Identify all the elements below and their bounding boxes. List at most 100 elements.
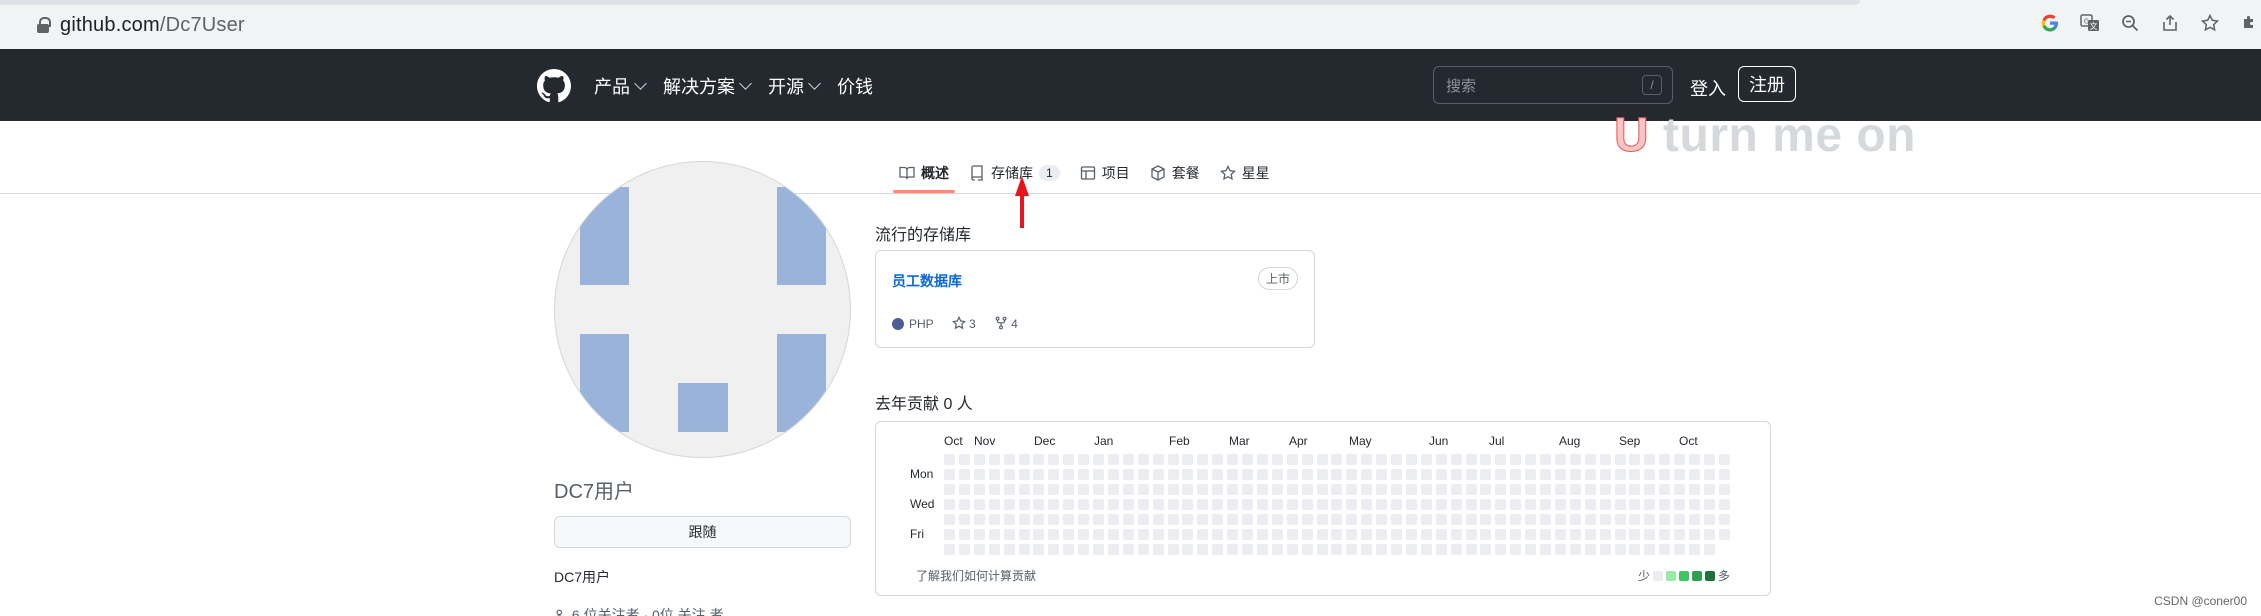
contribution-cell[interactable]: [1063, 514, 1075, 525]
contribution-cell[interactable]: [1227, 529, 1239, 540]
contribution-cell[interactable]: [1554, 469, 1566, 480]
contribution-cell[interactable]: [1465, 484, 1477, 495]
contribution-cell[interactable]: [958, 529, 970, 540]
contribution-cell[interactable]: [1242, 499, 1253, 510]
contribution-cell[interactable]: [1256, 514, 1268, 525]
contribution-cell[interactable]: [1242, 514, 1253, 525]
contribution-cell[interactable]: [1644, 514, 1656, 525]
contribution-cell[interactable]: [1584, 529, 1596, 540]
contribution-cell[interactable]: [1152, 454, 1164, 465]
contribution-cell[interactable]: [1435, 484, 1447, 495]
contribution-cell[interactable]: [1599, 514, 1611, 525]
contribution-cell[interactable]: [1271, 544, 1283, 555]
contribution-cell[interactable]: [1093, 529, 1104, 540]
contribution-cell[interactable]: [1093, 544, 1104, 555]
contribution-cell[interactable]: [1048, 499, 1060, 510]
contribution-cell[interactable]: [1495, 454, 1507, 465]
contribution-cell[interactable]: [1122, 484, 1134, 495]
contribution-cell[interactable]: [1391, 454, 1402, 465]
contribution-cell[interactable]: [1376, 499, 1388, 510]
contribution-cell[interactable]: [1405, 514, 1417, 525]
contribution-cell[interactable]: [1540, 499, 1551, 510]
contribution-cell[interactable]: [1569, 544, 1581, 555]
contribution-cell[interactable]: [1376, 484, 1388, 495]
contribution-cell[interactable]: [1450, 544, 1462, 555]
contribution-cell[interactable]: [1122, 454, 1134, 465]
contribution-cell[interactable]: [1182, 514, 1194, 525]
contribution-cell[interactable]: [1510, 454, 1522, 465]
contribution-cell[interactable]: [988, 469, 1000, 480]
contribution-cell[interactable]: [1256, 469, 1268, 480]
contribution-cell[interactable]: [944, 454, 955, 465]
contribution-cell[interactable]: [1435, 544, 1447, 555]
contribution-cell[interactable]: [1271, 454, 1283, 465]
contribution-cell[interactable]: [1301, 529, 1313, 540]
contribution-cell[interactable]: [1093, 484, 1104, 495]
contribution-cell[interactable]: [1137, 499, 1149, 510]
zoom-icon[interactable]: [2119, 12, 2141, 34]
nav-item-product[interactable]: 产品: [594, 73, 647, 99]
search-input[interactable]: 搜索 /: [1433, 66, 1673, 104]
contribution-cell[interactable]: [1331, 499, 1343, 510]
contribution-cell[interactable]: [1465, 514, 1477, 525]
nav-item-open-source[interactable]: 开源: [768, 73, 821, 99]
contribution-cell[interactable]: [1197, 544, 1209, 555]
contribution-cell[interactable]: [1137, 454, 1149, 465]
contribution-cell[interactable]: [1435, 454, 1447, 465]
contribution-cell[interactable]: [1689, 484, 1700, 495]
contribution-cell[interactable]: [1718, 469, 1730, 480]
contribution-cell[interactable]: [1078, 469, 1090, 480]
contribution-cell[interactable]: [1182, 469, 1194, 480]
contribution-cell[interactable]: [1346, 499, 1358, 510]
contribution-cell[interactable]: [958, 499, 970, 510]
contribution-cell[interactable]: [1063, 469, 1075, 480]
contribution-cell[interactable]: [1048, 454, 1060, 465]
contribution-cell[interactable]: [1465, 529, 1477, 540]
contribution-cell[interactable]: [1033, 469, 1045, 480]
contribution-cell[interactable]: [1629, 469, 1641, 480]
followers-row[interactable]: 6 位关注者 · 0位 关注 者: [554, 605, 724, 616]
contribution-cell[interactable]: [1480, 514, 1492, 525]
contribution-cell[interactable]: [1003, 454, 1015, 465]
contribution-cell[interactable]: [1510, 484, 1522, 495]
contribution-cell[interactable]: [1331, 529, 1343, 540]
sign-in-link[interactable]: 登入: [1690, 75, 1726, 101]
contribution-cell[interactable]: [1391, 514, 1402, 525]
contribution-cell[interactable]: [1495, 484, 1507, 495]
nav-item-solutions[interactable]: 解决方案: [663, 73, 752, 99]
contribution-cell[interactable]: [1659, 484, 1671, 495]
contribution-cell[interactable]: [1033, 544, 1045, 555]
contribution-cell[interactable]: [1614, 514, 1626, 525]
contribution-cell[interactable]: [1540, 529, 1551, 540]
contribution-cell[interactable]: [1525, 454, 1537, 465]
contribution-cell[interactable]: [1018, 499, 1030, 510]
contribution-cell[interactable]: [1093, 499, 1104, 510]
follow-button[interactable]: 跟随: [554, 516, 851, 548]
contribution-cell[interactable]: [1718, 454, 1730, 465]
repo-link[interactable]: 员工数据库: [892, 271, 962, 291]
contribution-cell[interactable]: [1644, 529, 1656, 540]
contribution-cell[interactable]: [1316, 484, 1328, 495]
contribution-cell[interactable]: [1569, 469, 1581, 480]
contribution-cell[interactable]: [1003, 514, 1015, 525]
contribution-cell[interactable]: [1525, 514, 1537, 525]
contribution-cell[interactable]: [1107, 469, 1119, 480]
contribution-cell[interactable]: [1405, 484, 1417, 495]
contribution-cell[interactable]: [1182, 499, 1194, 510]
contribution-cell[interactable]: [1510, 529, 1522, 540]
contribution-cell[interactable]: [958, 544, 970, 555]
contribution-cell[interactable]: [1167, 499, 1179, 510]
address-bar[interactable]: github.com/Dc7User: [14, 8, 1859, 42]
contribution-cell[interactable]: [1718, 484, 1730, 495]
contribution-cell[interactable]: [1703, 499, 1715, 510]
contribution-cell[interactable]: [1167, 454, 1179, 465]
contribution-cell[interactable]: [1182, 484, 1194, 495]
contribution-cell[interactable]: [1420, 484, 1432, 495]
contribution-cell[interactable]: [1540, 454, 1551, 465]
contribution-cell[interactable]: [1137, 484, 1149, 495]
contribution-cell[interactable]: [1361, 469, 1373, 480]
contribution-cell[interactable]: [1450, 454, 1462, 465]
contribution-cell[interactable]: [1450, 514, 1462, 525]
contribution-cell[interactable]: [1405, 469, 1417, 480]
contribution-cell[interactable]: [1420, 469, 1432, 480]
